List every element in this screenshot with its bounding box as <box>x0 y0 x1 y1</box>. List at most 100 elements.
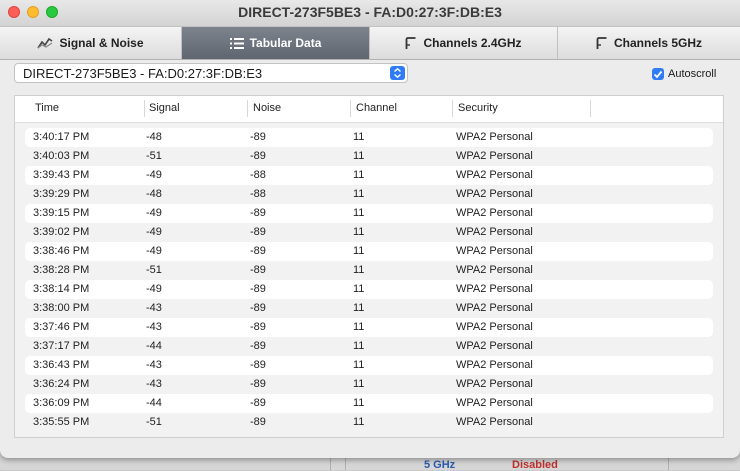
table-row[interactable]: 3:36:09 PM -44 -89 11 WPA2 Personal <box>25 394 713 413</box>
cell-time: 3:38:14 PM <box>33 283 90 295</box>
cell-signal: -43 <box>146 378 162 390</box>
cell-security: WPA2 Personal <box>456 131 533 143</box>
cell-noise: -89 <box>250 283 266 295</box>
cell-channel: 11 <box>353 188 365 200</box>
table-row[interactable]: 3:39:29 PM -48 -88 11 WPA2 Personal <box>25 185 713 204</box>
cell-signal: -51 <box>146 416 162 428</box>
column-divider[interactable] <box>350 100 351 117</box>
column-header-signal[interactable]: Signal <box>149 102 180 114</box>
table-row[interactable]: 3:39:02 PM -49 -89 11 WPA2 Personal <box>25 223 713 242</box>
cell-noise: -89 <box>250 321 266 333</box>
cell-channel: 11 <box>353 302 365 314</box>
cell-signal: -49 <box>146 245 162 257</box>
cell-noise: -88 <box>250 169 266 181</box>
table-row[interactable]: 3:40:03 PM -51 -89 11 WPA2 Personal <box>25 147 713 166</box>
cell-channel: 11 <box>353 226 365 238</box>
cell-signal: -49 <box>146 226 162 238</box>
cell-noise: -89 <box>250 226 266 238</box>
table-row[interactable]: 3:37:17 PM -44 -89 11 WPA2 Personal <box>25 337 713 356</box>
cell-channel: 11 <box>353 416 365 428</box>
cell-security: WPA2 Personal <box>456 302 533 314</box>
table-row[interactable]: 3:35:55 PM -51 -89 11 WPA2 Personal <box>25 413 713 432</box>
cell-security: WPA2 Personal <box>456 169 533 181</box>
cell-signal: -49 <box>146 283 162 295</box>
tab-tabular-data[interactable]: Tabular Data <box>182 27 370 59</box>
cell-security: WPA2 Personal <box>456 283 533 295</box>
table-row[interactable]: 3:36:24 PM -43 -89 11 WPA2 Personal <box>25 375 713 394</box>
tab-channels-5ghz[interactable]: Channels 5GHz <box>558 27 740 59</box>
chevron-updown-icon[interactable] <box>390 66 405 80</box>
channel-icon <box>405 36 417 50</box>
cell-time: 3:36:09 PM <box>33 397 90 409</box>
network-select[interactable]: DIRECT-273F5BE3 - FA:D0:27:3F:DB:E3 <box>14 63 408 83</box>
cell-security: WPA2 Personal <box>456 397 533 409</box>
cell-channel: 11 <box>353 283 365 295</box>
cell-signal: -51 <box>146 264 162 276</box>
cell-noise: -89 <box>250 131 266 143</box>
cell-signal: -43 <box>146 321 162 333</box>
column-header-channel[interactable]: Channel <box>356 102 397 114</box>
network-select-value: DIRECT-273F5BE3 - FA:D0:27:3F:DB:E3 <box>23 66 263 81</box>
tab-signal-noise[interactable]: Signal & Noise <box>0 27 182 59</box>
cell-security: WPA2 Personal <box>456 359 533 371</box>
cell-signal: -43 <box>146 359 162 371</box>
autoscroll-toggle[interactable]: Autoscroll <box>652 68 716 80</box>
cell-time: 3:38:46 PM <box>33 245 90 257</box>
tab-bar: Signal & Noise Tabular Data Channels 2.4… <box>0 26 740 60</box>
cell-security: WPA2 Personal <box>456 226 533 238</box>
tab-label: Signal & Noise <box>59 36 144 50</box>
cell-security: WPA2 Personal <box>456 207 533 219</box>
cell-noise: -89 <box>250 397 266 409</box>
cell-signal: -49 <box>146 207 162 219</box>
cell-time: 3:39:29 PM <box>33 188 90 200</box>
cell-signal: -49 <box>146 169 162 181</box>
background-band-label: 5 GHz <box>424 459 456 471</box>
table-row[interactable]: 3:40:17 PM -48 -89 11 WPA2 Personal <box>25 128 713 147</box>
cell-signal: -48 <box>146 131 162 143</box>
column-header-security[interactable]: Security <box>458 102 498 114</box>
cell-time: 3:38:00 PM <box>33 302 90 314</box>
app-window: DIRECT-273F5BE3 - FA:D0:27:3F:DB:E3 Sign… <box>0 0 740 458</box>
cell-time: 3:38:28 PM <box>33 264 90 276</box>
cell-channel: 11 <box>353 207 365 219</box>
column-header-time[interactable]: Time <box>35 102 59 114</box>
cell-channel: 11 <box>353 340 365 352</box>
cell-time: 3:39:02 PM <box>33 226 90 238</box>
tab-label: Channels 2.4GHz <box>423 36 522 50</box>
cell-channel: 11 <box>353 321 365 333</box>
channel-icon <box>596 36 608 50</box>
cell-time: 3:37:46 PM <box>33 321 90 333</box>
column-divider[interactable] <box>247 100 248 117</box>
table-row[interactable]: 3:37:46 PM -43 -89 11 WPA2 Personal <box>25 318 713 337</box>
title-bar: DIRECT-273F5BE3 - FA:D0:27:3F:DB:E3 <box>0 0 740 26</box>
column-divider[interactable] <box>590 100 591 117</box>
table-row[interactable]: 3:38:28 PM -51 -89 11 WPA2 Personal <box>25 261 713 280</box>
data-table[interactable]: Time Signal Noise Channel Security 3:40:… <box>14 95 724 438</box>
checkbox-checked-icon[interactable] <box>652 68 664 80</box>
cell-time: 3:40:03 PM <box>33 150 90 162</box>
cell-time: 3:37:17 PM <box>33 340 90 352</box>
cell-time: 3:36:43 PM <box>33 359 90 371</box>
column-divider[interactable] <box>144 100 145 117</box>
table-row[interactable]: 3:39:15 PM -49 -89 11 WPA2 Personal <box>25 204 713 223</box>
cell-noise: -89 <box>250 150 266 162</box>
column-divider[interactable] <box>452 100 453 117</box>
cell-channel: 11 <box>353 245 365 257</box>
tab-label: Channels 5GHz <box>613 36 703 50</box>
cell-time: 3:39:15 PM <box>33 207 90 219</box>
table-row[interactable]: 3:38:46 PM -49 -89 11 WPA2 Personal <box>25 242 713 261</box>
cell-channel: 11 <box>353 378 365 390</box>
cell-noise: -89 <box>250 340 266 352</box>
cell-time: 3:39:43 PM <box>33 169 90 181</box>
cell-channel: 11 <box>353 264 365 276</box>
tab-channels-2-4ghz[interactable]: Channels 2.4GHz <box>370 27 558 59</box>
list-icon <box>229 37 244 49</box>
background-status-label: Disabled <box>512 459 558 471</box>
autoscroll-label: Autoscroll <box>668 68 717 80</box>
table-row[interactable]: 3:39:43 PM -49 -88 11 WPA2 Personal <box>25 166 713 185</box>
table-row[interactable]: 3:36:43 PM -43 -89 11 WPA2 Personal <box>25 356 713 375</box>
table-row[interactable]: 3:38:14 PM -49 -89 11 WPA2 Personal <box>25 280 713 299</box>
column-header-noise[interactable]: Noise <box>253 102 281 114</box>
cell-security: WPA2 Personal <box>456 245 533 257</box>
table-row[interactable]: 3:38:00 PM -43 -89 11 WPA2 Personal <box>25 299 713 318</box>
